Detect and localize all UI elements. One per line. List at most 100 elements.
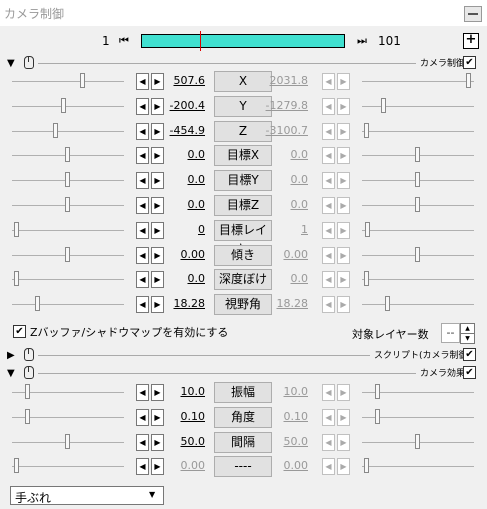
slider-knob[interactable]: [25, 408, 30, 424]
target-layer-value[interactable]: --: [441, 323, 460, 343]
start-slider[interactable]: [12, 433, 124, 449]
start-value[interactable]: 0.10: [161, 410, 206, 423]
slider-knob[interactable]: [385, 296, 390, 312]
decrease-arrow-icon[interactable]: ◀: [322, 221, 335, 239]
decrease-arrow-icon[interactable]: ◀: [136, 458, 149, 476]
increase-arrow-icon[interactable]: ▶: [337, 246, 350, 264]
decrease-arrow-icon[interactable]: ◀: [322, 197, 335, 214]
start-slider[interactable]: [12, 172, 124, 188]
end-value[interactable]: 1: [264, 223, 308, 236]
decrease-arrow-icon[interactable]: ◀: [136, 246, 149, 264]
end-slider[interactable]: [362, 408, 474, 424]
decrease-arrow-icon[interactable]: ◀: [322, 408, 335, 426]
start-value[interactable]: 18.28: [161, 297, 206, 310]
start-slider[interactable]: [12, 197, 124, 212]
decrease-arrow-icon[interactable]: ◀: [322, 384, 335, 401]
collapse-arrow-icon[interactable]: ▼: [7, 368, 15, 379]
effect-type-select[interactable]: 手ぶれ ▼: [10, 486, 164, 505]
end-slider[interactable]: [362, 296, 474, 312]
end-slider[interactable]: [362, 221, 474, 237]
slider-knob[interactable]: [375, 384, 380, 399]
section-checkbox[interactable]: ✔: [463, 348, 476, 361]
increase-arrow-icon[interactable]: ▶: [337, 73, 350, 90]
slider-knob[interactable]: [466, 73, 471, 88]
end-value[interactable]: 0.10: [264, 410, 309, 423]
slider-knob[interactable]: [65, 172, 70, 188]
slider-knob[interactable]: [415, 433, 420, 449]
end-value[interactable]: -3100.7: [264, 124, 308, 137]
increase-arrow-icon[interactable]: ▶: [337, 172, 350, 190]
end-slider[interactable]: [362, 197, 474, 212]
slider-knob[interactable]: [35, 296, 40, 312]
increase-arrow-icon[interactable]: ▶: [337, 433, 350, 451]
slider-knob[interactable]: [375, 408, 380, 424]
increase-arrow-icon[interactable]: ▶: [337, 271, 350, 289]
slider-knob[interactable]: [415, 246, 420, 262]
end-value[interactable]: 0.00: [264, 459, 309, 472]
end-value[interactable]: 18.28: [264, 297, 309, 310]
slider-knob[interactable]: [14, 458, 19, 474]
decrease-arrow-icon[interactable]: ◀: [322, 122, 335, 140]
end-value[interactable]: 0.0: [264, 148, 309, 161]
increase-arrow-icon[interactable]: ▶: [337, 458, 350, 476]
start-value[interactable]: -200.4: [161, 99, 205, 112]
slider-knob[interactable]: [53, 122, 58, 138]
slider-knob[interactable]: [14, 221, 19, 237]
slider-knob[interactable]: [364, 458, 369, 474]
slider-knob[interactable]: [365, 221, 370, 237]
start-slider[interactable]: [12, 458, 124, 474]
add-object-button[interactable]: +: [463, 33, 479, 49]
end-value[interactable]: 0.0: [264, 198, 309, 211]
decrease-arrow-icon[interactable]: ◀: [136, 97, 149, 115]
decrease-arrow-icon[interactable]: ◀: [136, 122, 149, 140]
slider-knob[interactable]: [381, 97, 386, 113]
increase-arrow-icon[interactable]: ▶: [337, 197, 350, 214]
end-slider[interactable]: [362, 246, 474, 262]
decrease-arrow-icon[interactable]: ◀: [136, 197, 149, 214]
decrease-arrow-icon[interactable]: ◀: [322, 246, 335, 264]
start-value[interactable]: 0.0: [161, 198, 206, 211]
end-slider[interactable]: [362, 384, 474, 399]
end-slider[interactable]: [362, 122, 474, 138]
decrease-arrow-icon[interactable]: ◀: [322, 458, 335, 476]
start-slider[interactable]: [12, 221, 124, 237]
end-value[interactable]: 2031.8: [264, 74, 309, 87]
decrease-arrow-icon[interactable]: ◀: [322, 97, 335, 115]
decrease-arrow-icon[interactable]: ◀: [322, 271, 335, 289]
start-value[interactable]: 50.0: [161, 435, 206, 448]
start-slider[interactable]: [12, 73, 124, 88]
increase-arrow-icon[interactable]: ▶: [337, 122, 350, 140]
timeline-track[interactable]: [141, 31, 345, 51]
decrease-arrow-icon[interactable]: ◀: [136, 384, 149, 401]
start-slider[interactable]: [12, 296, 124, 312]
decrease-arrow-icon[interactable]: ◀: [322, 172, 335, 190]
end-slider[interactable]: [362, 271, 474, 287]
end-value[interactable]: 50.0: [264, 435, 309, 448]
increase-arrow-icon[interactable]: ▶: [337, 221, 350, 239]
start-value[interactable]: -454.9: [161, 124, 205, 137]
end-slider[interactable]: [362, 147, 474, 163]
start-slider[interactable]: [12, 122, 124, 138]
start-value[interactable]: 0.00: [161, 248, 206, 261]
slider-knob[interactable]: [415, 172, 420, 188]
decrease-arrow-icon[interactable]: ◀: [322, 433, 335, 451]
start-slider[interactable]: [12, 271, 124, 287]
increase-arrow-icon[interactable]: ▶: [337, 296, 350, 314]
increase-arrow-icon[interactable]: ▶: [337, 408, 350, 426]
end-value[interactable]: 0.0: [264, 173, 309, 186]
start-value[interactable]: 10.0: [161, 385, 206, 398]
decrease-arrow-icon[interactable]: ◀: [136, 73, 149, 90]
end-slider[interactable]: [362, 433, 474, 449]
skip-last-icon[interactable]: ⏭: [354, 34, 370, 48]
start-slider[interactable]: [12, 384, 124, 399]
increase-arrow-icon[interactable]: ▶: [337, 147, 350, 165]
start-slider[interactable]: [12, 147, 124, 163]
start-value[interactable]: 0.00: [161, 459, 206, 472]
start-value[interactable]: 0.0: [161, 148, 206, 161]
end-value[interactable]: -1279.8: [264, 99, 308, 112]
slider-knob[interactable]: [80, 73, 85, 88]
decrease-arrow-icon[interactable]: ◀: [136, 271, 149, 289]
slider-knob[interactable]: [61, 97, 66, 113]
end-value[interactable]: 0.0: [264, 272, 309, 285]
section-checkbox[interactable]: ✔: [463, 366, 476, 379]
